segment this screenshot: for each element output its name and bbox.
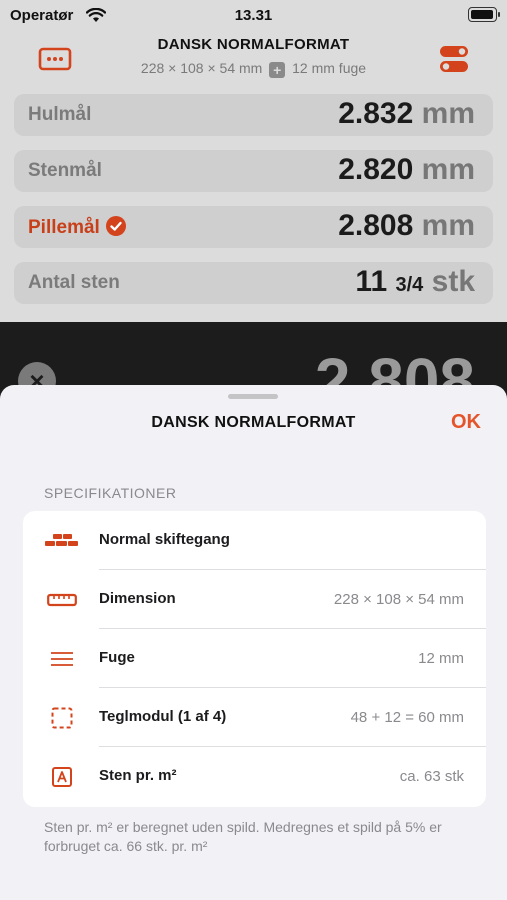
result-hulmaal[interactable]: Hulmål 2.832 mm: [14, 94, 493, 136]
result-value: 2.808 mm: [338, 209, 475, 242]
result-label: Antal sten: [28, 272, 120, 293]
spec-row-skiftegang: Normal skiftegang: [23, 511, 486, 570]
brick-bond-icon: [45, 529, 79, 553]
battery-icon: [468, 7, 500, 22]
toggles-icon[interactable]: [437, 44, 471, 74]
joint-text: 12 mm fuge: [292, 60, 367, 76]
ruler-icon: [45, 588, 79, 612]
joint-lines-icon: [45, 647, 79, 671]
spec-row-fuge: Fuge 12 mm: [23, 629, 486, 688]
clock: 13.31: [234, 7, 273, 24]
result-antal-sten[interactable]: Antal sten 11 3/4 stk: [14, 262, 493, 304]
footnote: Sten pr. m² er beregnet uden spild. Medr…: [44, 819, 442, 854]
app-title: DANSK NORMALFORMAT: [157, 36, 350, 53]
spec-row-teglmodul: Teglmodul (1 af 4) 48 + 12 = 60 mm: [23, 688, 486, 747]
result-label-active: Pillemål: [28, 216, 126, 239]
app-subtitle: 228 × 108 × 54 mm + 12 mm fuge: [0, 60, 507, 78]
dimensions-text: 228 × 108 × 54 mm: [140, 60, 263, 76]
result-value: 11 3/4 stk: [355, 265, 475, 298]
section-header: SPECIFIKATIONER: [44, 485, 177, 501]
results-list: Hulmål 2.832 mm Stenmål 2.820 mm Pillemå…: [14, 94, 493, 318]
specifications-sheet: DANSK NORMALFORMAT OK SPECIFIKATIONER No…: [0, 385, 507, 900]
sheet-grabber[interactable]: [228, 394, 278, 399]
checkmark-icon: [105, 216, 126, 236]
dashed-square-icon: [45, 706, 79, 730]
spec-row-sten-pr-m2: Sten pr. m² ca. 63 stk: [23, 747, 486, 806]
plus-icon: +: [269, 62, 286, 78]
result-value: 2.820 mm: [338, 153, 475, 186]
result-stenmaal[interactable]: Stenmål 2.820 mm: [14, 150, 493, 192]
result-label: Stenmål: [28, 160, 102, 181]
spec-list: Normal skiftegang Dimension 228 × 108 × …: [23, 511, 486, 807]
status-bar: Operatør 13.31: [0, 0, 507, 32]
result-value: 2.832 mm: [338, 97, 475, 130]
app-header: DANSK NORMALFORMAT 228 × 108 × 54 mm + 1…: [0, 34, 507, 84]
result-pillemaal[interactable]: Pillemål 2.808 mm: [14, 206, 493, 248]
result-label: Hulmål: [28, 104, 92, 125]
area-a-icon: [45, 765, 79, 789]
sheet-title: DANSK NORMALFORMAT: [151, 414, 356, 431]
ok-button[interactable]: OK: [451, 411, 481, 434]
spec-row-dimension: Dimension 228 × 108 × 54 mm: [23, 570, 486, 629]
